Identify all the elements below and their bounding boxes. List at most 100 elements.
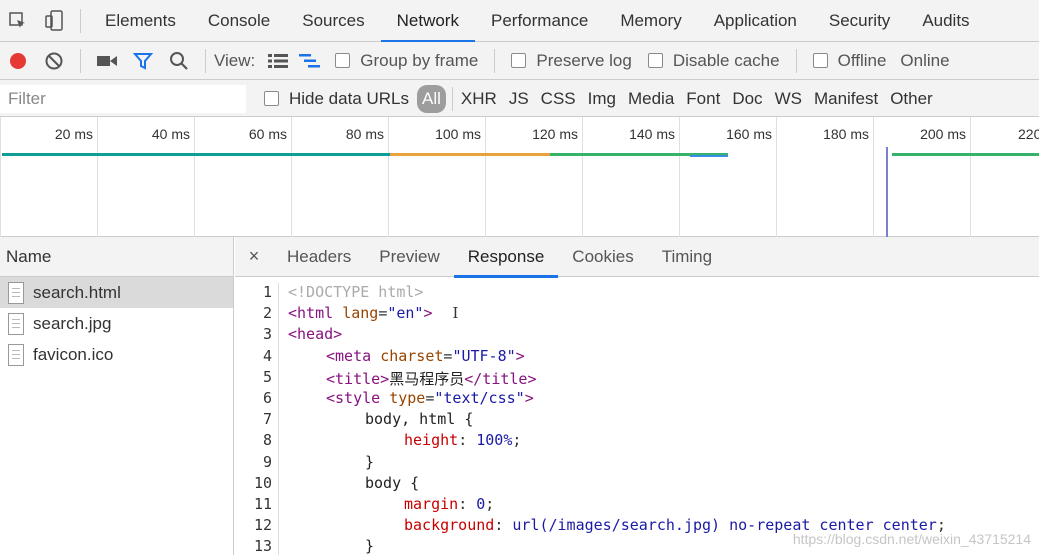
disable-cache-label: Disable cache bbox=[672, 50, 780, 70]
filter-type-font[interactable]: Font bbox=[680, 89, 726, 109]
request-row-search-jpg[interactable]: search.jpg bbox=[0, 308, 233, 339]
selector-token: body { bbox=[365, 473, 420, 492]
request-bar-favicon bbox=[892, 153, 1039, 156]
filter-type-css[interactable]: CSS bbox=[535, 89, 582, 109]
tab-headers[interactable]: Headers bbox=[273, 237, 365, 277]
line-number: 8 bbox=[262, 431, 272, 450]
code-line-11: margin: 0; bbox=[288, 495, 946, 516]
inspect-element-icon[interactable] bbox=[0, 0, 36, 42]
group-by-frame-checkbox[interactable] bbox=[335, 53, 351, 68]
line-number: 4 bbox=[262, 346, 272, 365]
request-name: favicon.ico bbox=[33, 344, 114, 364]
separator bbox=[494, 48, 496, 73]
large-rows-icon[interactable] bbox=[263, 40, 293, 82]
network-overview-timeline[interactable]: 20 ms 40 ms 60 ms 80 ms 100 ms 120 ms 14… bbox=[0, 117, 1039, 237]
tab-sources[interactable]: Sources bbox=[286, 0, 380, 42]
filter-input[interactable] bbox=[0, 85, 246, 113]
close-detail-icon[interactable]: × bbox=[235, 237, 273, 277]
tab-audits[interactable]: Audits bbox=[906, 0, 985, 42]
filter-type-manifest[interactable]: Manifest bbox=[808, 89, 884, 109]
filter-type-xhr[interactable]: XHR bbox=[455, 89, 503, 109]
tab-security[interactable]: Security bbox=[813, 0, 906, 42]
clear-icon[interactable] bbox=[36, 40, 72, 82]
filter-type-js[interactable]: JS bbox=[503, 89, 535, 109]
code-line-1: <!DOCTYPE html> bbox=[288, 283, 946, 304]
record-icon[interactable] bbox=[0, 40, 36, 82]
tag-token: > bbox=[524, 388, 534, 407]
line-number: 13 bbox=[253, 537, 272, 555]
line-number: 2 bbox=[262, 304, 272, 323]
tab-performance[interactable]: Performance bbox=[475, 0, 604, 42]
group-by-frame-option[interactable]: Group by frame bbox=[335, 51, 478, 71]
request-bar-search-jpg-receive bbox=[690, 155, 728, 157]
filter-type-other[interactable]: Other bbox=[884, 89, 939, 109]
tab-cookies[interactable]: Cookies bbox=[558, 237, 647, 277]
value-token: "en" bbox=[387, 304, 424, 323]
waterfall-overview-icon[interactable] bbox=[293, 40, 327, 82]
disable-cache-checkbox[interactable] bbox=[647, 53, 663, 68]
hide-data-urls-label: Hide data URLs bbox=[289, 88, 410, 108]
tab-console[interactable]: Console bbox=[192, 0, 286, 42]
filter-type-img[interactable]: Img bbox=[582, 89, 622, 109]
code-line-6: <style type="text/css"> bbox=[288, 389, 946, 410]
filter-type-all[interactable]: All bbox=[417, 84, 446, 113]
request-name: search.jpg bbox=[33, 313, 112, 333]
filter-type-doc[interactable]: Doc bbox=[726, 89, 768, 109]
network-toolbar: View: Group by frame Preserve log Disabl… bbox=[0, 42, 1039, 80]
offline-option[interactable]: Offline bbox=[812, 51, 886, 71]
doctype-token: <!DOCTYPE html> bbox=[288, 283, 424, 301]
name-column-header[interactable]: Name bbox=[0, 237, 233, 277]
tab-preview[interactable]: Preview bbox=[365, 237, 453, 277]
tab-elements[interactable]: Elements bbox=[89, 0, 192, 42]
line-number: 6 bbox=[262, 388, 272, 407]
preserve-log-checkbox[interactable] bbox=[511, 53, 527, 68]
capture-screenshots-icon[interactable] bbox=[89, 40, 125, 82]
disable-cache-option[interactable]: Disable cache bbox=[647, 50, 780, 71]
filter-icon[interactable] bbox=[125, 40, 161, 82]
filter-type-media[interactable]: Media bbox=[622, 89, 680, 109]
hide-data-urls-checkbox[interactable] bbox=[264, 91, 279, 106]
line-number: 3 bbox=[262, 325, 272, 344]
filter-bar: Hide data URLs All XHR JS CSS Img Media … bbox=[0, 80, 1039, 117]
tab-application[interactable]: Application bbox=[698, 0, 813, 42]
tag-token: > bbox=[515, 346, 525, 365]
devtools-tab-bar: Elements Console Sources Network Perform… bbox=[0, 0, 1039, 43]
timeline-tick-label: 120 ms bbox=[532, 126, 578, 142]
timeline-tick-label: 160 ms bbox=[726, 126, 772, 142]
tab-network[interactable]: Network bbox=[380, 0, 476, 43]
response-source-view[interactable]: 1 2 3 4 5 6 7 8 9 10 11 12 13 <!DOCTYPE … bbox=[235, 278, 1039, 555]
throttling-select[interactable]: Online bbox=[900, 51, 949, 71]
image-file-icon bbox=[8, 343, 24, 366]
timeline-tick-label: 100 ms bbox=[435, 126, 481, 142]
code-line-8: height: 100%; bbox=[288, 431, 946, 452]
tab-response[interactable]: Response bbox=[453, 237, 559, 278]
preserve-log-option[interactable]: Preserve log bbox=[511, 51, 632, 71]
code-line-9: } bbox=[288, 453, 946, 474]
filter-type-ws[interactable]: WS bbox=[769, 89, 808, 109]
load-event-marker bbox=[886, 147, 888, 237]
brace-token: } bbox=[365, 537, 375, 555]
timeline-tick-label: 200 ms bbox=[920, 126, 966, 142]
timeline-tick-label: 20 ms bbox=[54, 126, 93, 142]
search-icon[interactable] bbox=[161, 40, 197, 82]
attr-token: type bbox=[389, 388, 426, 407]
request-row-search-html[interactable]: search.html bbox=[0, 277, 233, 308]
timeline-tick-label: 140 ms bbox=[629, 126, 675, 142]
attr-token: lang bbox=[342, 304, 379, 323]
value-token: 0 bbox=[476, 494, 486, 513]
brace-token: } bbox=[365, 452, 375, 471]
tab-memory[interactable]: Memory bbox=[604, 0, 697, 42]
tag-token: <style bbox=[326, 388, 390, 407]
code-line-4: <meta charset="UTF-8"> bbox=[288, 347, 946, 368]
hide-data-urls-option[interactable]: Hide data URLs bbox=[264, 89, 409, 109]
timeline-gridline bbox=[582, 117, 583, 237]
request-name: search.html bbox=[33, 282, 121, 302]
offline-checkbox[interactable] bbox=[812, 53, 828, 68]
device-toolbar-icon[interactable] bbox=[36, 0, 72, 42]
request-row-favicon[interactable]: favicon.ico bbox=[0, 339, 233, 370]
detail-tab-bar: × Headers Preview Response Cookies Timin… bbox=[235, 237, 1039, 278]
timeline-tick-label: 220 bbox=[1018, 126, 1039, 142]
tab-timing[interactable]: Timing bbox=[648, 237, 726, 277]
tag-token: <html bbox=[288, 304, 343, 323]
attr-token: charset bbox=[380, 346, 444, 365]
